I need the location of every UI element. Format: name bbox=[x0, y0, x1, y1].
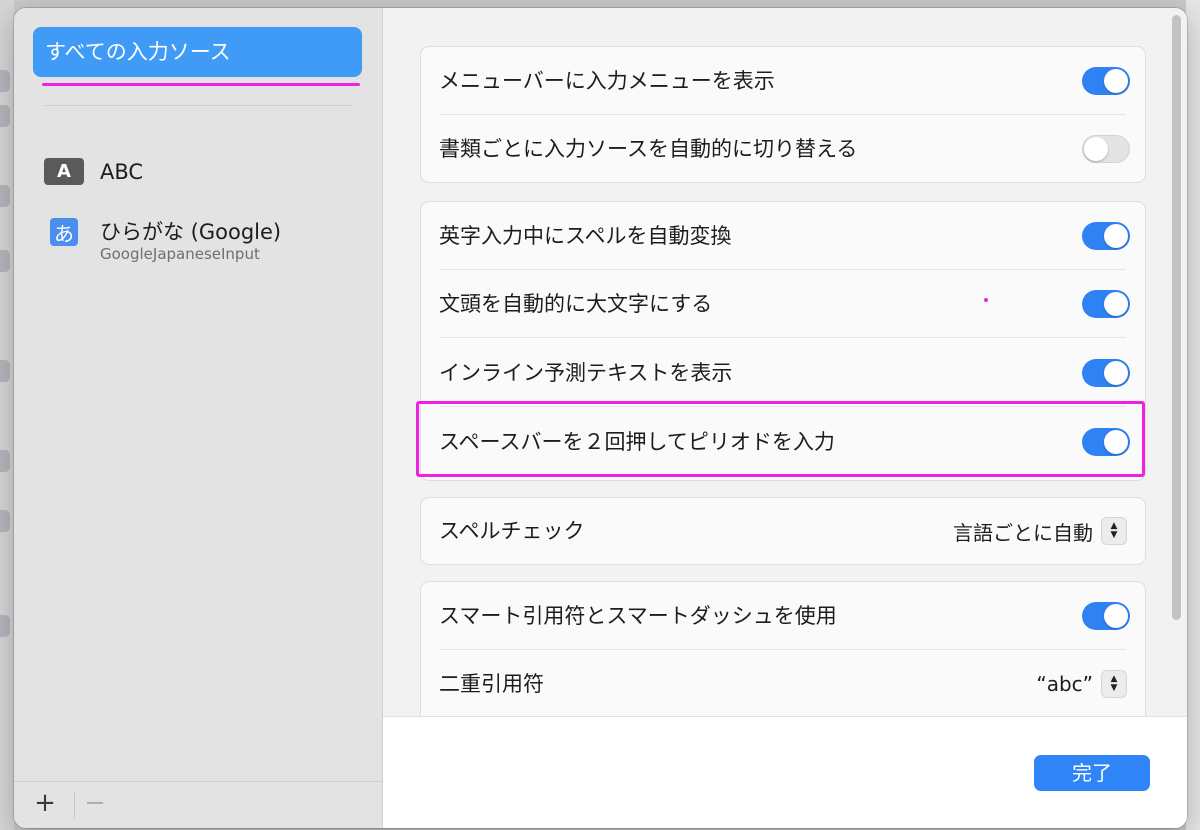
footer-divider bbox=[74, 792, 75, 818]
setting-row-auto-switch-source: 書類ごとに入力ソースを自動的に切り替える bbox=[421, 115, 1145, 183]
sheet-footer: 完了 bbox=[383, 716, 1187, 828]
auto-correct-toggle[interactable] bbox=[1082, 222, 1130, 250]
sidebar-divider bbox=[44, 105, 352, 106]
input-source-title: ひらがな (Google) bbox=[100, 220, 282, 244]
toggle-knob bbox=[1104, 69, 1128, 93]
abc-input-icon: A bbox=[44, 158, 84, 185]
input-source-title: ABC bbox=[100, 160, 144, 184]
background-app-icon bbox=[0, 250, 10, 272]
sidebar-footer: + − bbox=[14, 781, 382, 828]
settings-group-smart-quotes: スマート引用符とスマートダッシュを使用 二重引用符 “abc” ▲ ▼ bbox=[420, 581, 1146, 716]
settings-group-menu: メニューバーに入力メニューを表示 書類ごとに入力ソースを自動的に切り替える bbox=[420, 46, 1146, 183]
setting-row-show-input-menu: メニューバーに入力メニューを表示 bbox=[421, 47, 1145, 115]
setting-label: インライン予測テキストを表示 bbox=[439, 361, 733, 385]
double-quotes-popup[interactable]: “abc” ▲ ▼ bbox=[1036, 650, 1127, 716]
setting-row-double-quotes: 二重引用符 “abc” ▲ ▼ bbox=[421, 650, 1145, 716]
setting-row-smart-quotes: スマート引用符とスマートダッシュを使用 bbox=[421, 582, 1145, 650]
setting-row-spellcheck: スペルチェック 言語ごとに自動 ▲ ▼ bbox=[421, 498, 1145, 564]
setting-label: 書類ごとに入力ソースを自動的に切り替える bbox=[439, 137, 858, 161]
setting-row-auto-correct: 英字入力中にスペルを自動変換 bbox=[421, 202, 1145, 270]
background-window-right bbox=[1186, 0, 1200, 830]
setting-label: メニューバーに入力メニューを表示 bbox=[439, 69, 775, 93]
setting-row-auto-capitalize: 文頭を自動的に大文字にする bbox=[421, 270, 1145, 338]
toggle-knob bbox=[1104, 292, 1128, 316]
annotation-underline bbox=[42, 83, 360, 86]
toggle-knob bbox=[1104, 224, 1128, 248]
add-source-button[interactable]: + bbox=[30, 788, 60, 818]
up-down-chevron-icon: ▲ ▼ bbox=[1101, 517, 1127, 545]
scrollbar-thumb[interactable] bbox=[1172, 15, 1181, 620]
toggle-knob bbox=[1104, 604, 1128, 628]
setting-label: 英字入力中にスペルを自動変換 bbox=[439, 224, 732, 248]
popup-value: 言語ごとに自動 bbox=[953, 520, 1093, 545]
input-sources-sheet: すべての入力ソース A ABC あ ひらがな (Google) GoogleJa… bbox=[14, 8, 1187, 828]
annotation-dot bbox=[984, 298, 988, 302]
annotation-highlight-box bbox=[416, 401, 1145, 477]
scrollbar[interactable] bbox=[1169, 8, 1187, 716]
setting-label: スペルチェック bbox=[439, 519, 585, 543]
setting-row-inline-predictive: インライン予測テキストを表示 bbox=[421, 339, 1145, 407]
input-source-subtitle: GoogleJapaneseInput bbox=[100, 245, 260, 263]
icon-glyph: あ bbox=[54, 221, 74, 246]
background-window-left bbox=[0, 0, 14, 830]
remove-source-button[interactable]: − bbox=[80, 788, 110, 818]
row-divider bbox=[440, 337, 1126, 338]
background-app-icon bbox=[0, 70, 10, 92]
icon-glyph: A bbox=[57, 161, 71, 182]
setting-label: 二重引用符 bbox=[439, 672, 544, 696]
setting-label: スマート引用符とスマートダッシュを使用 bbox=[439, 604, 837, 628]
toggle-knob bbox=[1104, 361, 1128, 385]
auto-capitalize-toggle[interactable] bbox=[1082, 290, 1130, 318]
settings-scroll-area[interactable]: メニューバーに入力メニューを表示 書類ごとに入力ソースを自動的に切り替える 英字… bbox=[383, 8, 1187, 716]
inline-predictive-toggle[interactable] bbox=[1082, 359, 1130, 387]
sidebar-item-all-input-sources[interactable]: すべての入力ソース bbox=[33, 27, 362, 77]
toggle-knob bbox=[1084, 137, 1108, 161]
background-app-icon bbox=[0, 615, 10, 637]
background-app-icon bbox=[0, 510, 10, 532]
auto-switch-source-toggle[interactable] bbox=[1082, 135, 1130, 163]
sidebar-item-label: すべての入力ソース bbox=[45, 40, 231, 64]
up-down-chevron-icon: ▲ ▼ bbox=[1101, 670, 1127, 698]
input-source-abc[interactable]: A ABC bbox=[44, 158, 143, 186]
settings-group-spellcheck: スペルチェック 言語ごとに自動 ▲ ▼ bbox=[420, 497, 1146, 565]
popup-value: “abc” bbox=[1036, 672, 1093, 696]
background-app-icon bbox=[0, 185, 10, 207]
setting-label: 文頭を自動的に大文字にする bbox=[439, 292, 713, 316]
background-app-icon bbox=[0, 360, 10, 382]
smart-quotes-toggle[interactable] bbox=[1082, 602, 1130, 630]
background-app-icon bbox=[0, 450, 10, 472]
show-input-menu-toggle[interactable] bbox=[1082, 67, 1130, 95]
settings-pane: メニューバーに入力メニューを表示 書類ごとに入力ソースを自動的に切り替える 英字… bbox=[383, 8, 1187, 828]
input-source-hiragana-google[interactable]: あ ひらがな (Google) GoogleJapaneseInput bbox=[44, 218, 281, 262]
done-button[interactable]: 完了 bbox=[1034, 755, 1150, 791]
sidebar: すべての入力ソース A ABC あ ひらがな (Google) GoogleJa… bbox=[14, 8, 383, 828]
hiragana-input-icon: あ bbox=[50, 218, 78, 246]
spellcheck-popup[interactable]: 言語ごとに自動 ▲ ▼ bbox=[953, 498, 1127, 564]
background-app-icon bbox=[0, 105, 10, 127]
